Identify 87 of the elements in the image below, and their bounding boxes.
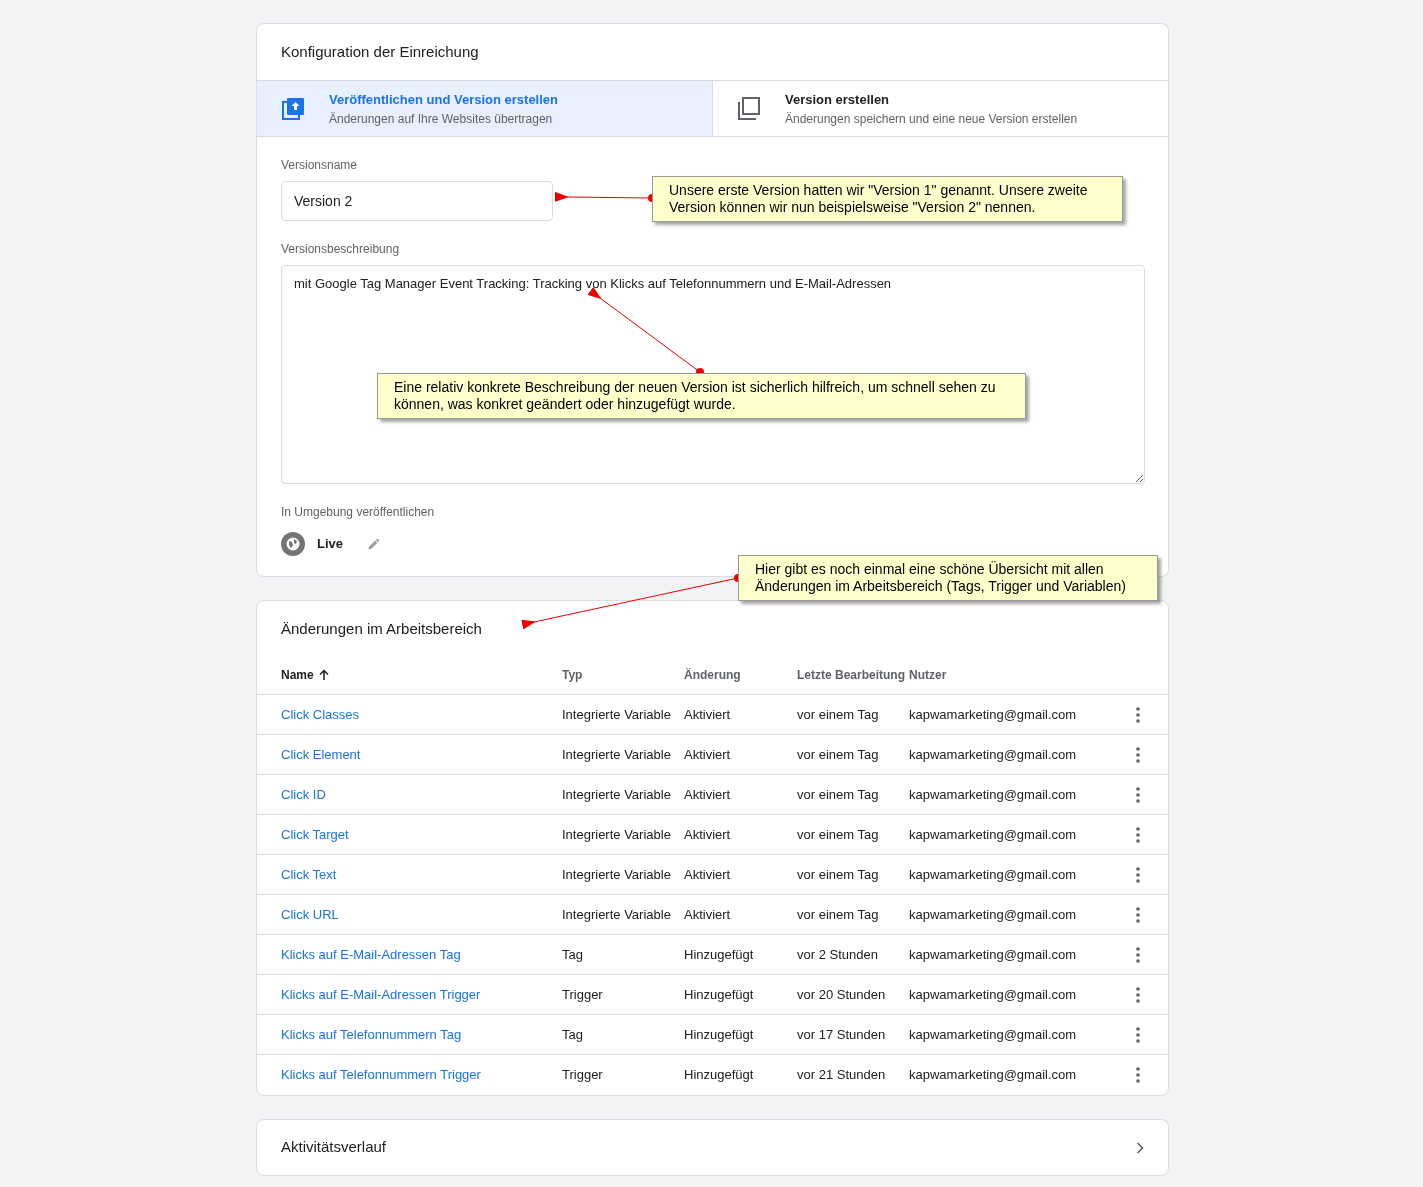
table-cell: Hinzugefügt — [684, 986, 754, 1002]
table-cell: Integrierte Variable — [562, 786, 671, 802]
table-cell: Aktiviert — [684, 706, 731, 722]
column-header[interactable]: Nutzer — [909, 666, 947, 683]
table-cell: kapwamarketing@gmail.com — [909, 1067, 1077, 1083]
column-header[interactable]: Name — [281, 666, 314, 683]
version-name-field[interactable]: Version 2 — [281, 181, 553, 221]
table-cell: kapwamarketing@gmail.com — [909, 1026, 1077, 1042]
item-link[interactable]: Klicks auf Telefonnummern Trigger — [281, 1067, 481, 1083]
more-menu-icon[interactable] — [1136, 826, 1140, 843]
table-cell: vor 20 Stunden — [797, 986, 886, 1002]
more-menu-icon[interactable] — [1136, 1067, 1140, 1083]
table-cell: vor einem Tag — [797, 786, 879, 802]
item-link[interactable]: Klicks auf E-Mail-Adressen Trigger — [281, 986, 481, 1002]
annotation-note: Hier gibt es noch einmal eine schöne Übersicht mit allen Änderungen im Arbeitsbereich (Tags, Trigger und Variablen) — [738, 555, 1158, 601]
environment-name: Live — [317, 535, 343, 554]
table-cell: vor einem Tag — [797, 746, 879, 762]
tab-title: Version erstellen — [785, 90, 891, 109]
table-cell: Aktiviert — [684, 826, 731, 842]
column-header[interactable]: Typ — [562, 666, 583, 683]
table-cell: Integrierte Variable — [562, 746, 671, 762]
more-menu-icon[interactable] — [1136, 906, 1140, 923]
item-link[interactable]: Click URL — [281, 906, 339, 922]
table-cell: Hinzugefügt — [684, 946, 754, 962]
table-cell: vor 21 Stunden — [797, 1067, 886, 1083]
table-cell: Aktiviert — [684, 906, 731, 922]
tab-title: Veröffentlichen und Version erstellen — [329, 90, 558, 109]
tab-description: Änderungen auf Ihre Websites übertragen — [329, 111, 554, 128]
table-cell: kapwamarketing@gmail.com — [909, 746, 1077, 762]
table-cell: kapwamarketing@gmail.com — [909, 866, 1077, 882]
more-menu-icon[interactable] — [1136, 946, 1140, 963]
item-link[interactable]: Click Element — [281, 746, 361, 762]
card-title: Konfiguration der Einreichung — [281, 41, 479, 62]
table-cell: Trigger — [562, 1067, 603, 1083]
item-link[interactable]: Click Text — [281, 866, 337, 882]
upload-icon — [281, 96, 305, 121]
field-label: In Umgebung veröffentlichen — [281, 504, 436, 520]
column-header[interactable]: Änderung — [684, 666, 741, 683]
item-link[interactable]: Klicks auf E-Mail-Adressen Tag — [281, 946, 461, 962]
table-cell: Integrierte Variable — [562, 706, 671, 722]
table-cell: Integrierte Variable — [562, 866, 671, 882]
tab[interactable]: Veröffentlichen und Version erstellen Änderungen auf Ihre Websites übertragen — [257, 81, 712, 136]
table-cell: vor einem Tag — [797, 706, 879, 722]
column-header[interactable]: Letzte Bearbeitung — [797, 666, 905, 683]
more-menu-icon[interactable] — [1136, 786, 1140, 803]
table-cell: vor 17 Stunden — [797, 1026, 886, 1042]
item-link[interactable]: Click Classes — [281, 706, 359, 722]
pencil-icon[interactable] — [367, 537, 381, 551]
table-cell: kapwamarketing@gmail.com — [909, 906, 1077, 922]
table-cell: kapwamarketing@gmail.com — [909, 706, 1077, 722]
table-cell: Hinzugefügt — [684, 1067, 754, 1083]
table-cell: kapwamarketing@gmail.com — [909, 786, 1077, 802]
table-cell: vor 2 Stunden — [797, 946, 878, 962]
table-cell: vor einem Tag — [797, 826, 879, 842]
table-cell: kapwamarketing@gmail.com — [909, 986, 1077, 1002]
table-cell: vor einem Tag — [797, 906, 879, 922]
table-cell: kapwamarketing@gmail.com — [909, 826, 1077, 842]
table-cell: Tag — [562, 946, 583, 962]
more-menu-icon[interactable] — [1136, 1026, 1140, 1043]
annotation-note: Eine relativ konkrete Beschreibung der neuen Version ist sicherlich hilfreich, um schnell sehen zu können, was konkret geändert oder hinzugefügt wurde. — [377, 373, 1026, 419]
item-link[interactable]: Click Target — [281, 826, 349, 842]
table-cell: Aktiviert — [684, 746, 731, 762]
arrow-up-icon[interactable] — [317, 668, 330, 681]
chevron-right-icon — [1136, 1141, 1144, 1154]
table-cell: Aktiviert — [684, 786, 731, 802]
table-cell: Aktiviert — [684, 866, 731, 882]
field-label: Versionsbeschreibung — [281, 241, 401, 257]
copy-icon — [737, 96, 761, 121]
more-menu-icon[interactable] — [1136, 706, 1140, 723]
table-cell: vor einem Tag — [797, 866, 879, 882]
item-link[interactable]: Click ID — [281, 786, 326, 802]
more-menu-icon[interactable] — [1136, 866, 1140, 883]
table-cell: Integrierte Variable — [562, 826, 671, 842]
field-label: Versionsname — [281, 157, 359, 173]
table-cell: Trigger — [562, 986, 603, 1002]
table-cell: kapwamarketing@gmail.com — [909, 946, 1077, 962]
globe-icon — [281, 532, 305, 556]
table-cell: Tag — [562, 1026, 583, 1042]
more-menu-icon[interactable] — [1136, 986, 1140, 1003]
table-cell: Integrierte Variable — [562, 906, 671, 922]
tab-description: Änderungen speichern und eine neue Version erstellen — [785, 111, 1078, 128]
item-link[interactable]: Klicks auf Telefonnummern Tag — [281, 1026, 462, 1042]
more-menu-icon[interactable] — [1136, 746, 1140, 763]
table-cell: Hinzugefügt — [684, 1026, 754, 1042]
activity-history-panel[interactable]: Aktivitätsverlauf — [256, 1119, 1169, 1176]
annotation-note: Unsere erste Version hatten wir "Version 1" genannt. Unsere zweite Version können wir nun beispielsweise "Version 2" nennen. — [652, 176, 1123, 222]
card-title: Änderungen im Arbeitsbereich — [281, 618, 482, 639]
